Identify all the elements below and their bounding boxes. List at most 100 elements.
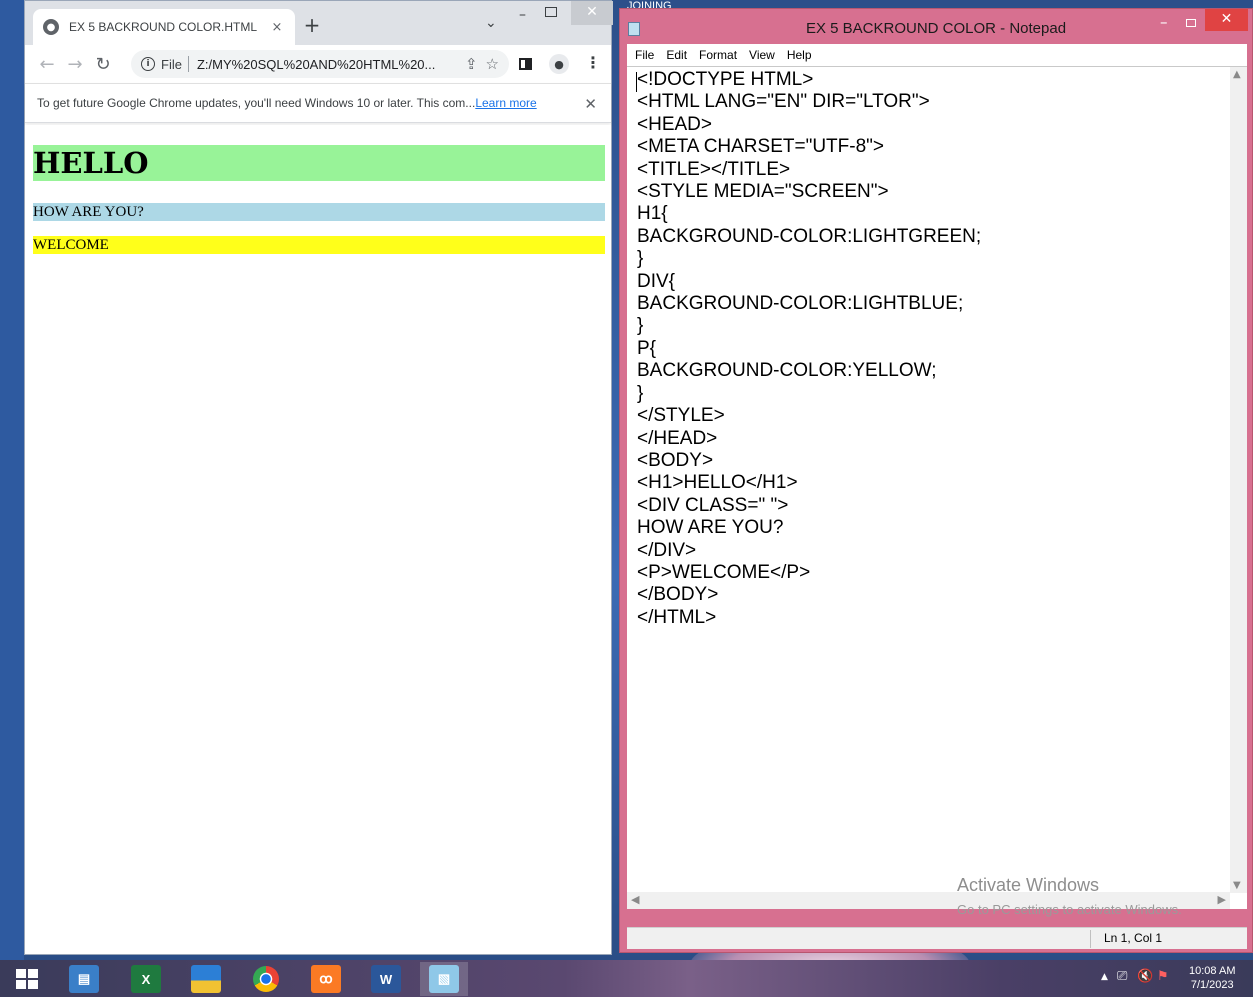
volume-muted-icon[interactable]: 🔇	[1137, 969, 1153, 984]
code-line: }	[637, 315, 644, 337]
taskbar-file-explorer[interactable]: ▤	[60, 962, 108, 996]
word-icon: W	[371, 965, 401, 993]
code-line: <HTML LANG="EN" DIR="LTOR">	[637, 91, 930, 113]
learn-more-link[interactable]: Learn more	[475, 96, 536, 110]
browser-tab[interactable]: ● EX 5 BACKROUND COLOR.HTML ×	[33, 9, 295, 45]
taskbar-word[interactable]: W	[362, 962, 410, 996]
code-line: <STYLE MEDIA="SCREEN">	[637, 181, 889, 203]
code-line: <TITLE></TITLE>	[637, 158, 791, 180]
code-line: </DIV>	[637, 539, 697, 561]
code-line: <HEAD>	[637, 113, 712, 135]
scroll-left-arrow-icon[interactable]: ◀	[631, 893, 639, 906]
file-explorer-icon: ▤	[69, 965, 99, 993]
notepad-taskbar-icon: ▧	[429, 965, 459, 993]
notepad-close-button[interactable]: ✕	[1205, 9, 1248, 31]
new-tab-button[interactable]: +	[301, 15, 323, 35]
code-line: BACKGROUND-COLOR:LIGHTGREEN;	[637, 225, 982, 247]
url-text[interactable]: Z:/MY%20SQL%20AND%20HTML%20...	[197, 57, 457, 72]
clock-date: 7/1/2023	[1190, 979, 1234, 991]
chrome-minimize-button[interactable]: –	[519, 7, 526, 23]
url-scheme-label: File	[161, 56, 182, 72]
chrome-maximize-button[interactable]	[545, 7, 557, 17]
notepad-titlebar: EX 5 BACKROUND COLOR - Notepad – ✕	[620, 9, 1252, 44]
back-arrow-icon[interactable]: ←	[33, 54, 61, 75]
scroll-right-arrow-icon[interactable]: ▶	[1218, 893, 1226, 906]
forward-arrow-icon[interactable]: →	[61, 54, 89, 75]
notepad-menu-format[interactable]: Format	[699, 48, 737, 62]
notepad-minimize-button[interactable]: –	[1160, 13, 1168, 31]
code-line: }	[637, 248, 644, 270]
network-icon[interactable]: ⎚	[1117, 969, 1127, 984]
taskbar-chrome[interactable]	[242, 962, 290, 996]
notepad-editor[interactable]: <!DOCTYPE HTML> <HTML LANG="EN" DIR="LTOR…	[627, 66, 1247, 917]
action-center-flag-icon[interactable]: ⚑	[1157, 969, 1169, 984]
notepad-maximize-button[interactable]	[1186, 19, 1196, 27]
code-line: <!DOCTYPE HTML>	[637, 69, 814, 90]
desktop-edge	[0, 0, 24, 960]
taskbar-xampp[interactable]: ꝏ	[302, 962, 350, 996]
address-bar[interactable]: i File Z:/MY%20SQL%20AND%20HTML%20... ⇪ …	[131, 50, 509, 78]
code-line: <BODY>	[637, 449, 714, 471]
scroll-down-arrow-icon[interactable]: ▼	[1233, 880, 1241, 891]
notepad-statusbar: Ln 1, Col 1	[627, 927, 1247, 949]
clock-time: 10:08 AM	[1189, 965, 1236, 977]
activate-windows-subtext: Go to PC settings to activate Windows.	[957, 902, 1182, 917]
code-line: H1{	[637, 203, 668, 225]
vertical-scrollbar[interactable]: ▲ ▼	[1230, 67, 1247, 893]
side-panel-icon[interactable]	[519, 58, 532, 70]
code-line: <P>WELCOME</P>	[637, 561, 811, 583]
reload-icon[interactable]: ↻	[89, 54, 117, 75]
code-line: BACKGROUND-COLOR:LIGHTBLUE;	[637, 293, 964, 315]
code-line: BACKGROUND-COLOR:YELLOW;	[637, 360, 937, 382]
chrome-icon	[253, 966, 279, 992]
activate-windows-watermark: Activate Windows	[957, 875, 1100, 895]
profile-avatar-icon[interactable]: ●	[549, 54, 569, 74]
notepad-menu-file[interactable]: File	[635, 48, 654, 62]
code-line: <META CHARSET="UTF-8">	[637, 136, 884, 158]
notepad-menu-help[interactable]: Help	[787, 48, 812, 62]
infobar-close-icon[interactable]: ✕	[584, 95, 597, 113]
line-column-indicator: Ln 1, Col 1	[1104, 931, 1163, 945]
tray-overflow-icon[interactable]: ▲	[1101, 972, 1108, 982]
excel-icon: X	[131, 965, 161, 993]
page-paragraph-welcome: WELCOME	[33, 236, 605, 254]
notepad-menu-edit[interactable]: Edit	[666, 48, 687, 62]
notepad-window: EX 5 BACKROUND COLOR - Notepad – ✕ File E…	[619, 8, 1253, 953]
code-line: <DIV CLASS=" ">	[637, 494, 789, 516]
page-div-how-are-you: HOW ARE YOU?	[33, 203, 605, 221]
notepad-text-content[interactable]: <!DOCTYPE HTML> <HTML LANG="EN" DIR="LTOR…	[637, 69, 981, 629]
chrome-window: ● EX 5 BACKROUND COLOR.HTML × + ⌄ – ✕ ← …	[24, 0, 613, 955]
code-line: <H1>HELLO</H1>	[637, 472, 798, 494]
status-divider	[1090, 930, 1091, 948]
code-line: </STYLE>	[637, 405, 725, 427]
bookmark-star-icon[interactable]: ☆	[486, 55, 499, 73]
site-info-icon[interactable]: i	[141, 57, 155, 71]
notepad-menubar: File Edit Format View Help	[627, 44, 1247, 66]
system-clock[interactable]: 10:08 AM 7/1/2023	[1189, 964, 1235, 992]
page-heading-hello: HELLO	[33, 145, 605, 181]
code-line: }	[637, 382, 644, 404]
windows-taskbar: ▤ X ꝏ W ▧ ▲ ⎚ 🔇 ⚑ 10:08 AM 7/1/2023	[0, 960, 1253, 997]
notepad-menu-view[interactable]: View	[749, 48, 775, 62]
tab-close-icon[interactable]: ×	[269, 20, 285, 35]
tab-search-chevron-icon[interactable]: ⌄	[485, 15, 497, 31]
scroll-up-arrow-icon[interactable]: ▲	[1233, 69, 1241, 80]
code-line: </HEAD>	[637, 427, 718, 449]
page-viewport: HELLO HOW ARE YOU? WELCOME	[25, 125, 611, 954]
url-separator	[187, 56, 189, 72]
infobar-message: To get future Google Chrome updates, you…	[37, 96, 476, 110]
taskbar-excel[interactable]: X	[122, 962, 170, 996]
code-line: DIV{	[637, 270, 676, 292]
windows-start-icon[interactable]	[16, 969, 38, 989]
share-icon[interactable]: ⇪	[465, 55, 478, 73]
chrome-toolbar: ← → ↻ i File Z:/MY%20SQL%20AND%20HTML%20…	[25, 45, 611, 83]
kebab-menu-icon[interactable]: ⋮	[585, 53, 601, 72]
xampp-icon: ꝏ	[311, 965, 341, 993]
taskbar-notepad[interactable]: ▧	[420, 962, 468, 996]
app-blue-yellow-icon	[191, 965, 221, 993]
globe-icon: ●	[43, 19, 59, 35]
taskbar-blue-yellow-app[interactable]	[182, 962, 230, 996]
chrome-close-button[interactable]: ✕	[571, 1, 613, 25]
code-line: </HTML>	[637, 606, 717, 628]
chrome-titlebar: ● EX 5 BACKROUND COLOR.HTML × + ⌄ – ✕	[25, 1, 613, 45]
